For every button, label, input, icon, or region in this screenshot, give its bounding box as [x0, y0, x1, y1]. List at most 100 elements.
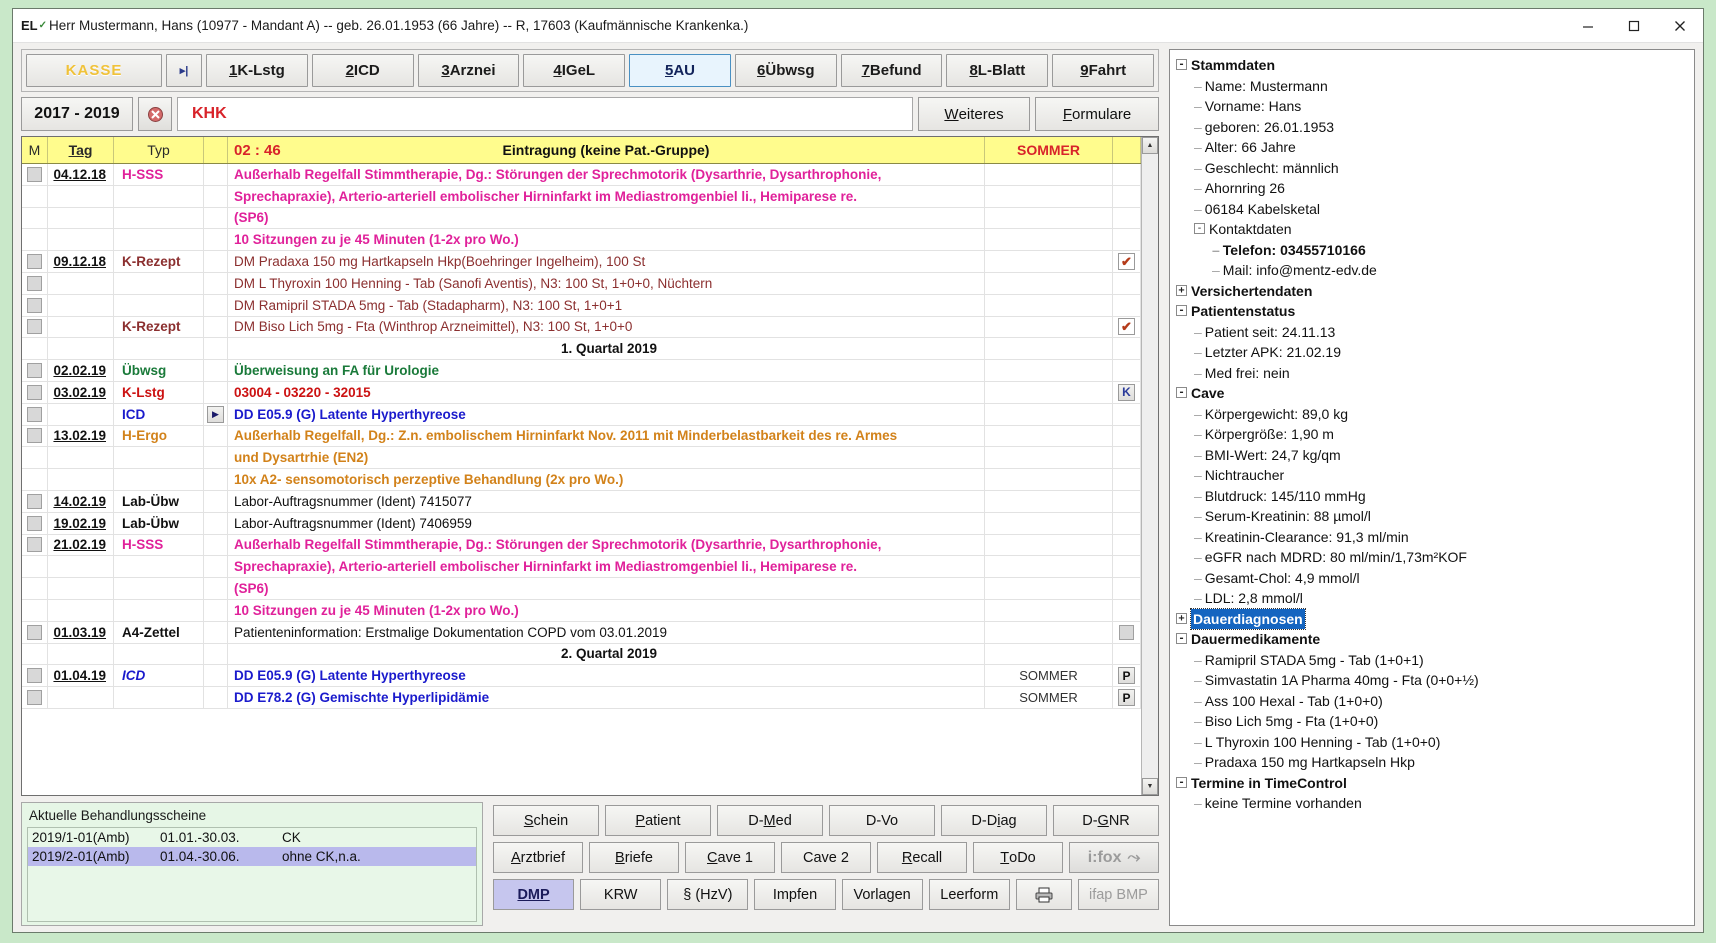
- list-item[interactable]: 2019/1-01(Amb)01.01.-30.03.CK: [28, 828, 476, 847]
- tree-item[interactable]: –Kreatinin-Clearance: 91,3 ml/min: [1194, 527, 1690, 548]
- row-marker-cell[interactable]: [22, 469, 48, 490]
- tree-item[interactable]: –Pradaxa 150 mg Hartkapseln Hkp: [1194, 752, 1690, 773]
- table-row[interactable]: DD E78.2 (G) Gemischte HyperlipidämieSOM…: [22, 687, 1141, 709]
- button-krw[interactable]: KRW: [580, 879, 661, 910]
- row-marker-cell[interactable]: [22, 687, 48, 708]
- row-flag-cell[interactable]: P: [1113, 665, 1141, 686]
- row-flag-cell[interactable]: [1113, 600, 1141, 621]
- tree-item[interactable]: –L Thyroxin 100 Henning - Tab (1+0+0): [1194, 732, 1690, 753]
- button-impfen[interactable]: Impfen: [754, 879, 835, 910]
- tree-item[interactable]: –Letzter APK: 21.02.19: [1194, 342, 1690, 363]
- col-header-typ[interactable]: Typ: [114, 137, 204, 163]
- row-flag-cell[interactable]: [1113, 469, 1141, 490]
- table-row[interactable]: 14.02.19Lab-ÜbwLabor-Auftragsnummer (Ide…: [22, 491, 1141, 513]
- table-row[interactable]: 09.12.18K-RezeptDM Pradaxa 150 mg Hartka…: [22, 251, 1141, 273]
- row-expand-cell[interactable]: [204, 447, 228, 468]
- row-marker-checkbox[interactable]: [27, 668, 42, 683]
- tab-fahrt[interactable]: 9 Fahrt: [1052, 54, 1154, 87]
- row-expand-cell[interactable]: [204, 295, 228, 316]
- behandlungsscheine-list[interactable]: 2019/1-01(Amb)01.01.-30.03.CK2019/2-01(A…: [27, 827, 477, 922]
- row-marker-checkbox[interactable]: [27, 167, 42, 182]
- row-marker-cell[interactable]: [22, 164, 48, 185]
- button-i-fox[interactable]: i:fox⤳: [1069, 842, 1159, 873]
- tree-item[interactable]: –Ass 100 Hexal - Tab (1+0+0): [1194, 691, 1690, 712]
- tree-item[interactable]: –Ramipril STADA 5mg - Tab (1+0+1): [1194, 650, 1690, 671]
- button-d-med[interactable]: D-Med: [717, 805, 823, 836]
- tree-item[interactable]: +Dauerdiagnosen: [1176, 609, 1690, 630]
- row-expand-cell[interactable]: [204, 644, 228, 665]
- tree-item[interactable]: –Mail: info@mentz-edv.de: [1212, 260, 1690, 281]
- row-flag-cell[interactable]: [1113, 578, 1141, 599]
- row-marker-cell[interactable]: [22, 317, 48, 338]
- table-row[interactable]: 04.12.18H-SSSAußerhalb Regelfall Stimmth…: [22, 164, 1141, 186]
- scroll-down-icon[interactable]: ▼: [1142, 778, 1158, 795]
- row-marker-checkbox[interactable]: [27, 298, 42, 313]
- button--hzv-[interactable]: § (HzV): [667, 879, 748, 910]
- row-flag-cell[interactable]: [1113, 426, 1141, 447]
- row-flag-cell[interactable]: [1113, 644, 1141, 665]
- row-flag-cell[interactable]: [1113, 186, 1141, 207]
- table-row[interactable]: 2. Quartal 2019: [22, 644, 1141, 666]
- tree-item[interactable]: -Dauermedikamente: [1176, 629, 1690, 650]
- row-marker-cell[interactable]: [22, 491, 48, 512]
- button-patient[interactable]: Patient: [605, 805, 711, 836]
- row-marker-cell[interactable]: [22, 665, 48, 686]
- button-d-gnr[interactable]: D-GNR: [1053, 805, 1159, 836]
- button-d-vo[interactable]: D-Vo: [829, 805, 935, 836]
- table-row[interactable]: 10 Sitzungen zu je 45 Minuten (1-2x pro …: [22, 600, 1141, 622]
- tree-item[interactable]: -Termine in TimeControl: [1176, 773, 1690, 794]
- tab-l-blatt[interactable]: 8 L-Blatt: [946, 54, 1048, 87]
- row-expand-cell[interactable]: [204, 600, 228, 621]
- row-expand-cell[interactable]: [204, 535, 228, 556]
- chevron-right-icon[interactable]: ▶: [207, 406, 224, 423]
- tab-arznei[interactable]: 3 Arznei: [418, 54, 520, 87]
- row-flag-cell[interactable]: ✔: [1113, 251, 1141, 272]
- table-row[interactable]: 01.03.19A4-ZettelPatienteninformation: E…: [22, 622, 1141, 644]
- formulare-button[interactable]: Formulare: [1035, 97, 1159, 131]
- tree-item[interactable]: –Serum-Kreatinin: 88 µmol/l: [1194, 506, 1690, 527]
- tree-item[interactable]: –Simvastatin 1A Pharma 40mg - Fta (0+0+½…: [1194, 670, 1690, 691]
- table-row[interactable]: ICD▶DD E05.9 (G) Latente Hyperthyreose: [22, 404, 1141, 426]
- list-item[interactable]: 2019/2-01(Amb)01.04.-30.06.ohne CK,n.a.: [28, 847, 476, 866]
- tab-icd[interactable]: 2 ICD: [312, 54, 414, 87]
- row-flag-cell[interactable]: [1113, 447, 1141, 468]
- weiteres-button[interactable]: Weiteres: [918, 97, 1030, 131]
- row-marker-cell[interactable]: [22, 382, 48, 403]
- row-flag-cell[interactable]: [1113, 556, 1141, 577]
- button-cave-1[interactable]: Cave 1: [685, 842, 775, 873]
- table-row[interactable]: 19.02.19Lab-ÜbwLabor-Auftragsnummer (Ide…: [22, 513, 1141, 535]
- row-expand-cell[interactable]: [204, 687, 228, 708]
- print-button[interactable]: [1016, 879, 1072, 910]
- tree-item[interactable]: +Versichertendaten: [1176, 281, 1690, 302]
- table-row[interactable]: DM Ramipril STADA 5mg - Tab (Stadapharm)…: [22, 295, 1141, 317]
- tab-befund[interactable]: 7 Befund: [841, 54, 943, 87]
- button-leerform[interactable]: Leerform: [929, 879, 1010, 910]
- flag-checkbox[interactable]: [1119, 625, 1134, 640]
- row-marker-checkbox[interactable]: [27, 276, 42, 291]
- button-dmp[interactable]: DMP: [493, 879, 574, 910]
- row-marker-cell[interactable]: [22, 600, 48, 621]
- row-marker-cell[interactable]: [22, 578, 48, 599]
- row-flag-cell[interactable]: [1113, 338, 1141, 359]
- row-marker-checkbox[interactable]: [27, 385, 42, 400]
- tree-item[interactable]: –Patient seit: 24.11.13: [1194, 322, 1690, 343]
- row-flag-cell[interactable]: [1113, 513, 1141, 534]
- collapse-icon[interactable]: -: [1176, 633, 1187, 644]
- table-row[interactable]: 21.02.19H-SSSAußerhalb Regelfall Stimmth…: [22, 535, 1141, 557]
- row-marker-checkbox[interactable]: [27, 319, 42, 334]
- tab-igel[interactable]: 4 IGeL: [523, 54, 625, 87]
- table-row[interactable]: 10 Sitzungen zu je 45 Minuten (1-2x pro …: [22, 229, 1141, 251]
- table-row[interactable]: (SP6): [22, 578, 1141, 600]
- row-marker-cell[interactable]: [22, 622, 48, 643]
- collapse-icon[interactable]: -: [1194, 223, 1205, 234]
- scroll-up-icon[interactable]: ▲: [1142, 137, 1158, 154]
- row-marker-cell[interactable]: [22, 404, 48, 425]
- button-recall[interactable]: Recall: [877, 842, 967, 873]
- check-icon[interactable]: ✔: [1118, 318, 1135, 335]
- collapse-icon[interactable]: -: [1176, 387, 1187, 398]
- row-marker-checkbox[interactable]: [27, 494, 42, 509]
- row-marker-checkbox[interactable]: [27, 625, 42, 640]
- collapse-icon[interactable]: -: [1176, 305, 1187, 316]
- tree-item[interactable]: –Telefon: 03455710166: [1212, 240, 1690, 261]
- button-todo[interactable]: ToDo: [973, 842, 1063, 873]
